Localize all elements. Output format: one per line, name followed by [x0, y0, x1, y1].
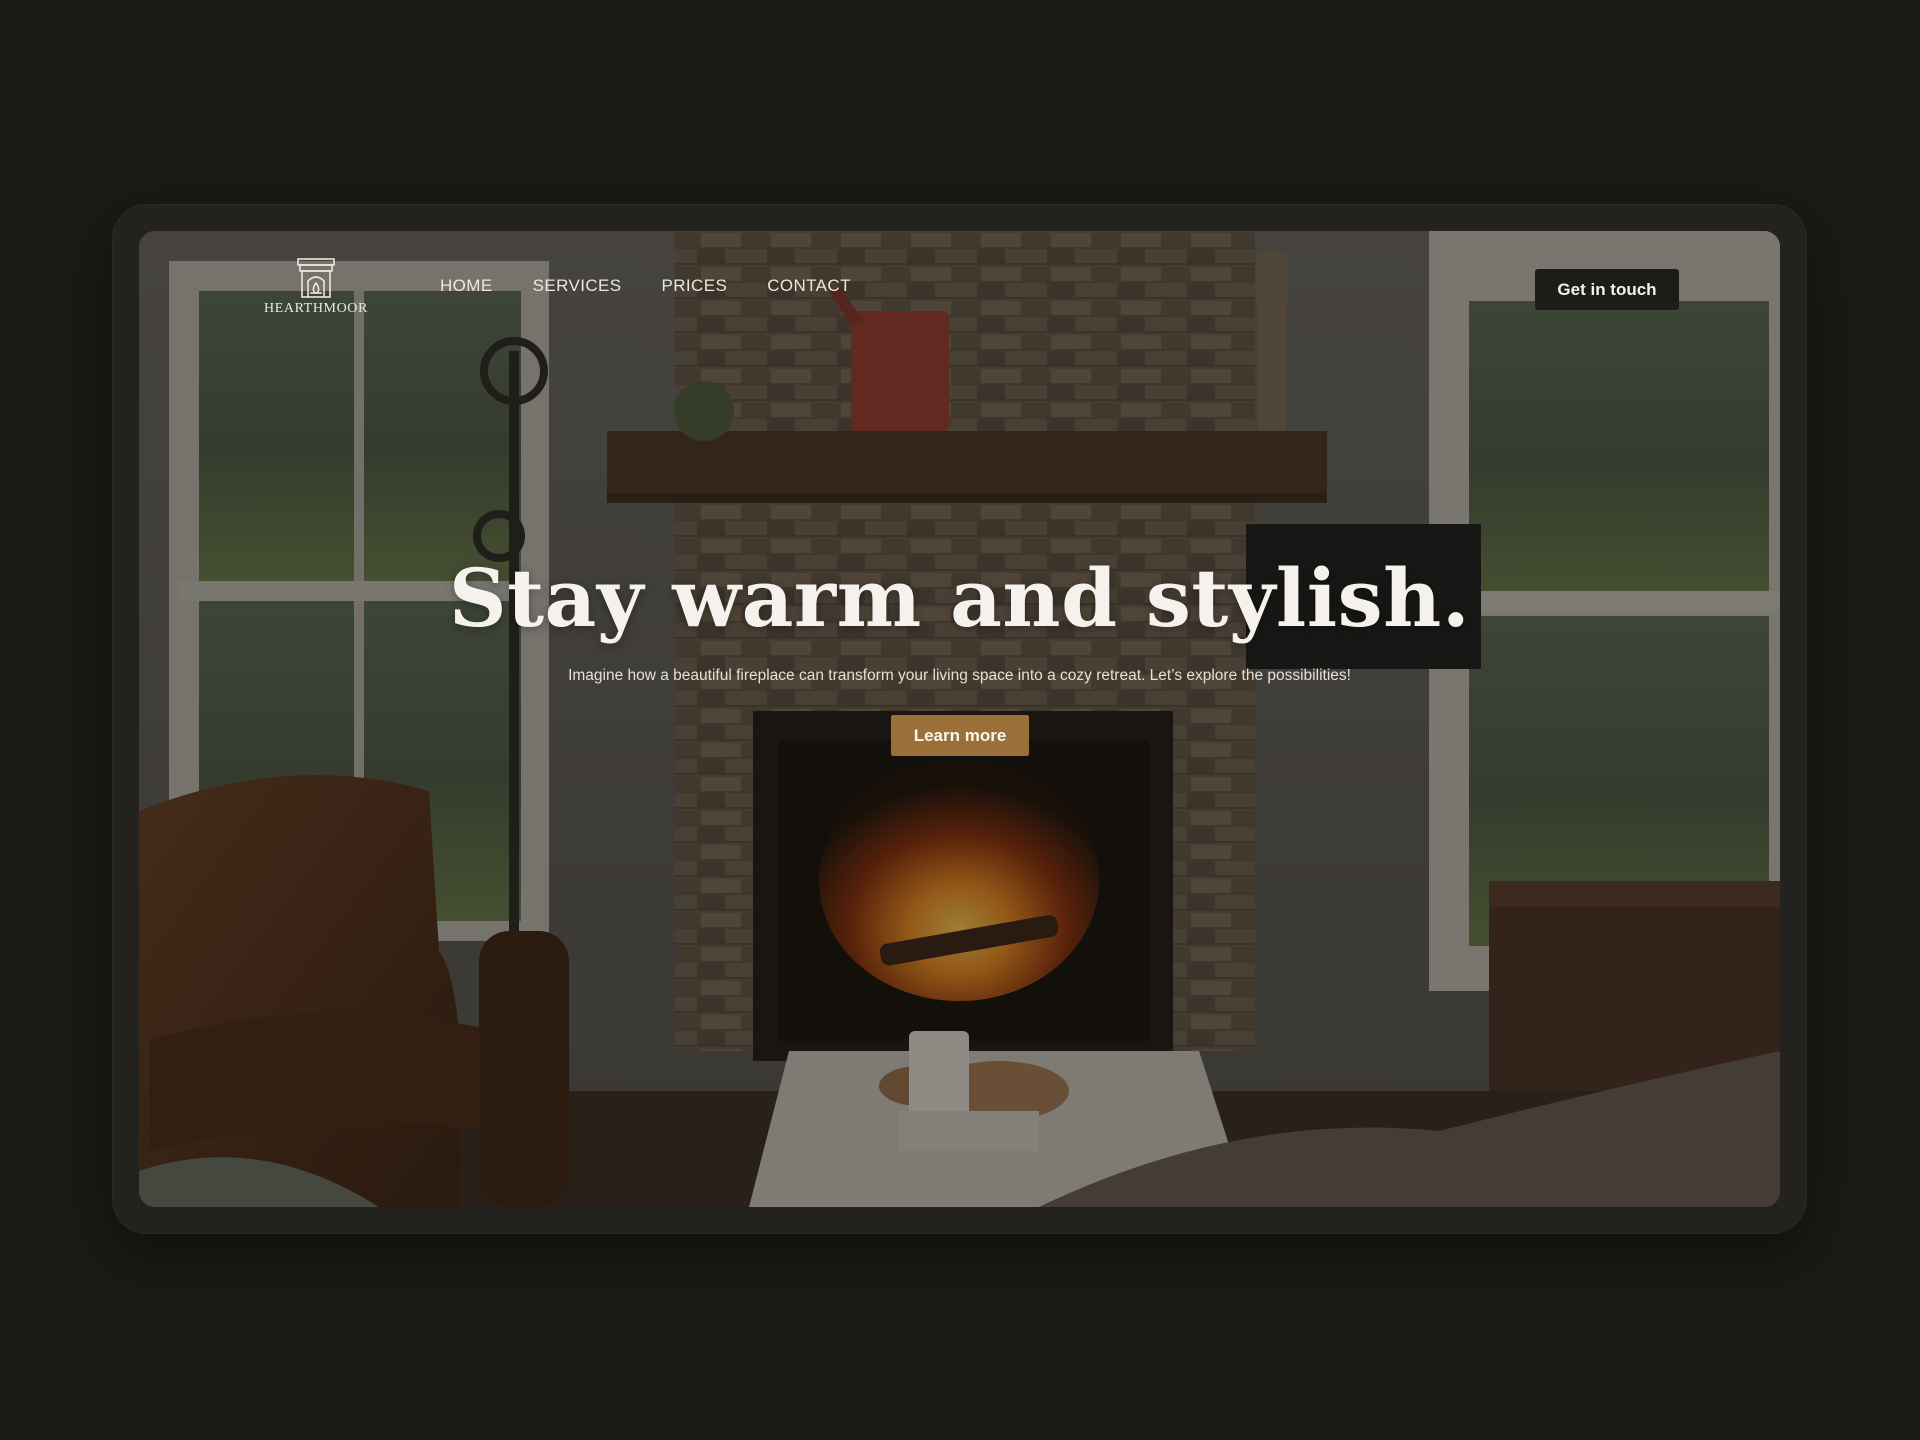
hero-title: Stay warm and stylish. — [448, 551, 1471, 645]
fireplace-icon — [256, 257, 376, 299]
nav-home[interactable]: HOME — [440, 276, 493, 296]
nav-contact[interactable]: CONTACT — [767, 276, 851, 296]
get-in-touch-button[interactable]: Get in touch — [1535, 269, 1679, 310]
nav-services[interactable]: SERVICES — [533, 276, 622, 296]
website-screen: HEARTHMOOR HOME SERVICES PRICES CONTACT … — [139, 231, 1780, 1207]
learn-more-button[interactable]: Learn more — [891, 715, 1029, 756]
main-navigation: HOME SERVICES PRICES CONTACT — [440, 276, 851, 296]
hero-subtitle: Imagine how a beautiful fireplace can tr… — [568, 667, 1351, 684]
brand-logo[interactable]: HEARTHMOOR — [256, 257, 376, 317]
nav-prices[interactable]: PRICES — [661, 276, 727, 296]
brand-name: HEARTHMOOR — [264, 301, 368, 316]
device-frame: HEARTHMOOR HOME SERVICES PRICES CONTACT … — [113, 205, 1806, 1233]
